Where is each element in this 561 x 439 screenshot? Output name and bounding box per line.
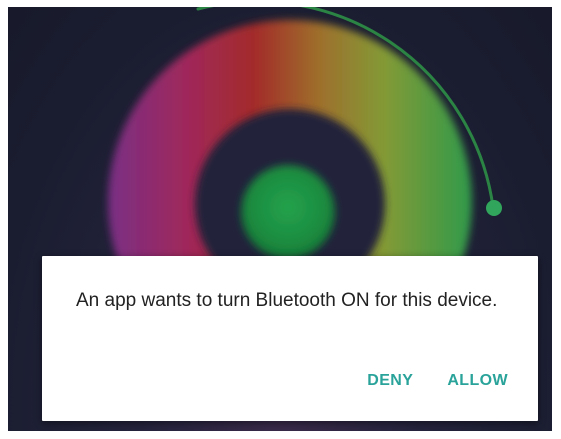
- dialog-actions: DENY ALLOW: [367, 372, 508, 390]
- deny-button[interactable]: DENY: [367, 372, 413, 390]
- allow-button[interactable]: ALLOW: [447, 372, 508, 390]
- dialog-message: An app wants to turn Bluetooth ON for th…: [76, 290, 498, 311]
- wheel-center-button[interactable]: [241, 165, 335, 259]
- wheel-knob[interactable]: [486, 200, 502, 216]
- bluetooth-permission-dialog: An app wants to turn Bluetooth ON for th…: [42, 256, 538, 421]
